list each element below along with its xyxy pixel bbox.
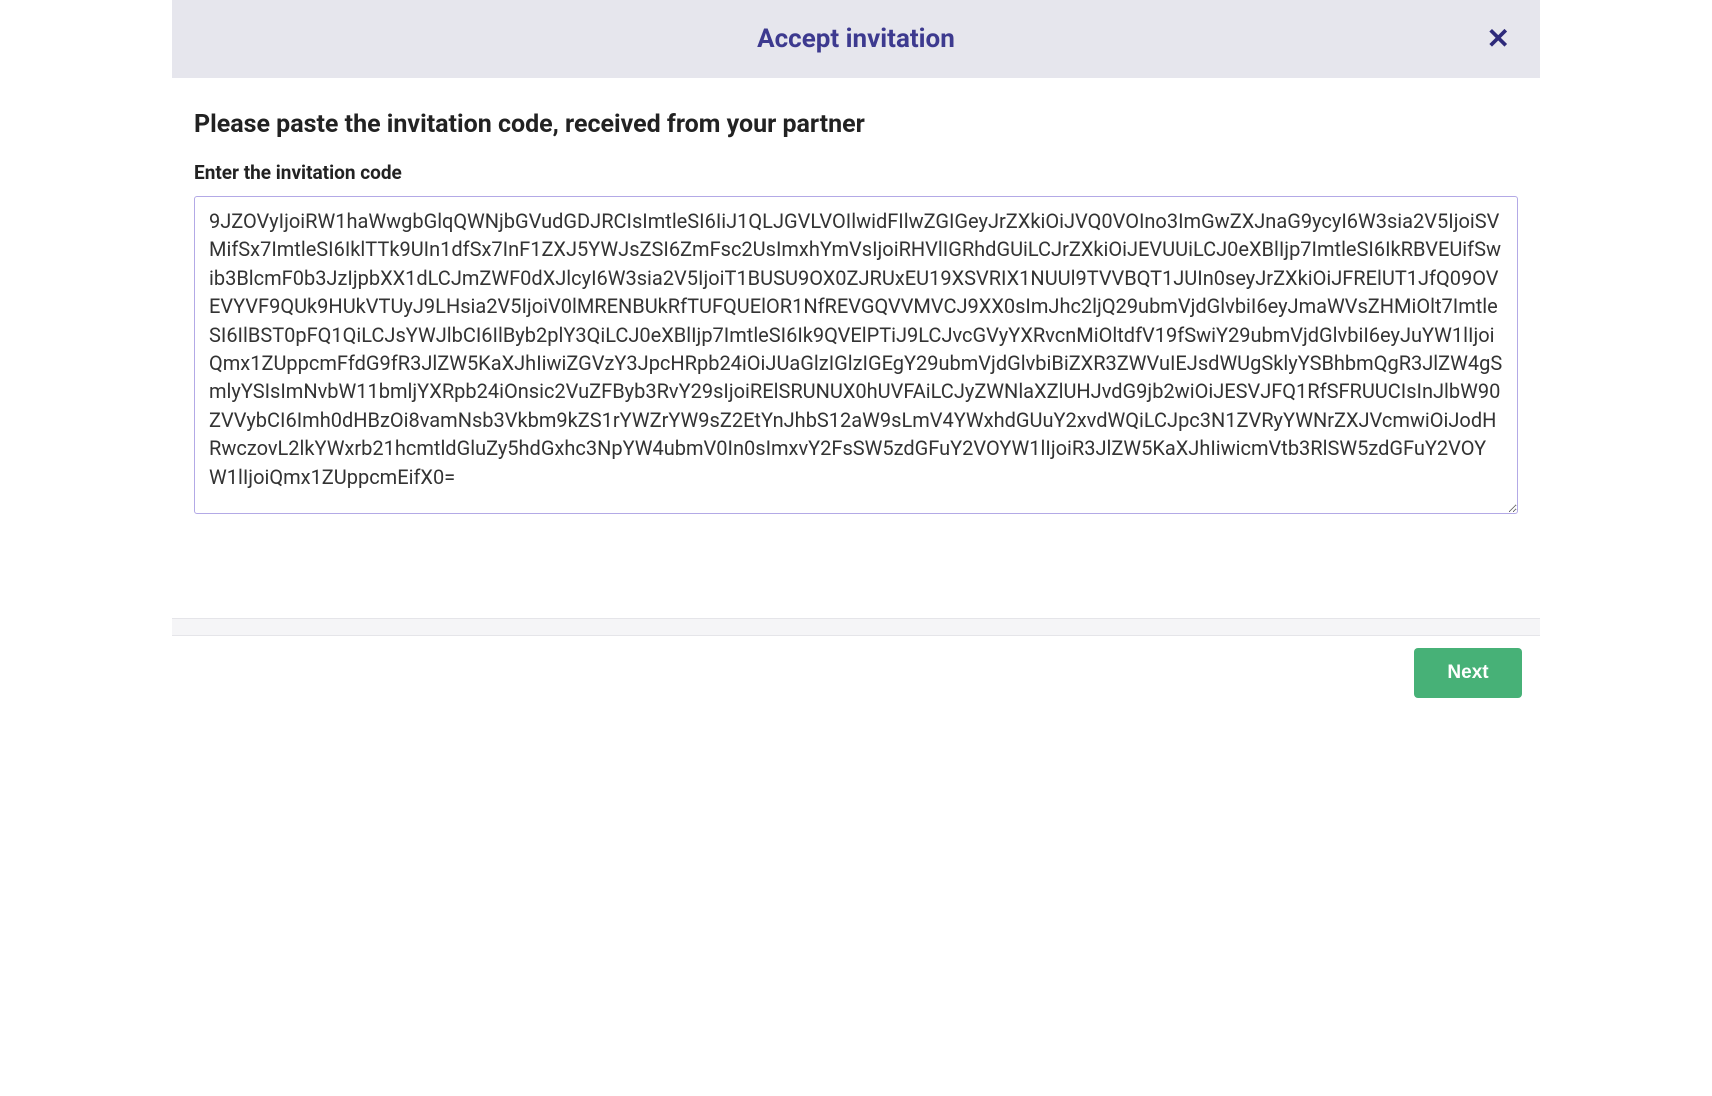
instruction-text: Please paste the invitation code, receiv… (194, 110, 1518, 139)
modal-body: Please paste the invitation code, receiv… (172, 78, 1540, 538)
invitation-code-input[interactable] (194, 196, 1518, 514)
accept-invitation-modal: Accept invitation ✕ Please paste the inv… (172, 0, 1540, 710)
close-icon: ✕ (1487, 23, 1510, 54)
modal-header: Accept invitation ✕ (172, 0, 1540, 78)
invitation-code-label: Enter the invitation code (194, 161, 1518, 184)
modal-title: Accept invitation (757, 24, 955, 54)
close-button[interactable]: ✕ (1479, 21, 1518, 57)
modal-footer: Next (172, 636, 1540, 710)
next-button[interactable]: Next (1414, 648, 1522, 698)
separator-band (172, 618, 1540, 636)
